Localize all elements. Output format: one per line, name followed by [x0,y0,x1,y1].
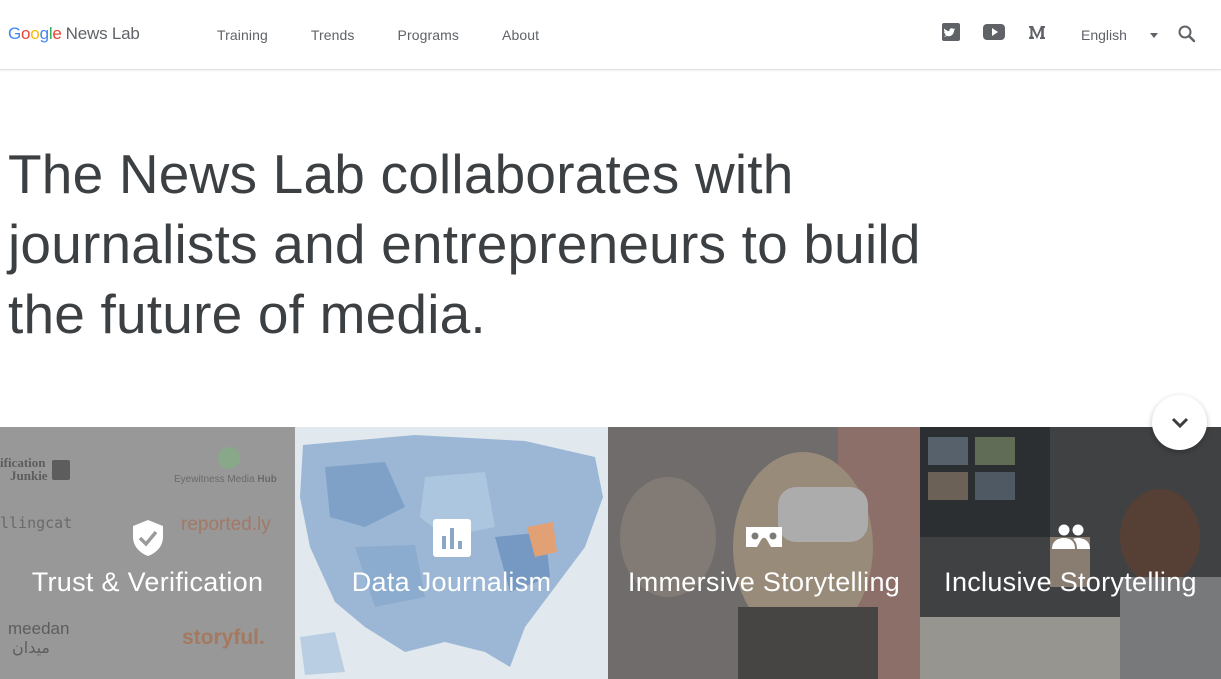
tile-inclusive-storytelling[interactable]: Inclusive Storytelling [920,427,1221,679]
twitter-icon[interactable] [942,23,960,41]
nav-about[interactable]: About [502,27,539,43]
chevron-down-icon[interactable] [1150,33,1158,38]
tile-immersive-storytelling[interactable]: Immersive Storytelling [608,427,920,679]
logo-product-name: News Lab [65,24,140,43]
google-news-lab-logo[interactable]: Google News Lab [8,24,140,44]
bar-chart-icon [432,519,471,562]
verified-shield-icon [131,519,165,562]
tile-title: Trust & Verification [31,567,264,597]
nav-programs[interactable]: Programs [398,27,459,43]
nav-training[interactable]: Training [217,27,268,43]
search-icon[interactable] [1177,24,1197,49]
tile-title: Data Journalism [351,567,552,597]
hero-line-1: The News Lab collaborates with [8,143,794,205]
tile-title: Immersive Storytelling [627,567,901,597]
scroll-down-button[interactable] [1152,395,1207,450]
main-nav: Training Trends Programs About [217,27,582,43]
medium-icon[interactable] [1028,23,1046,41]
tile-title: Inclusive Storytelling [944,567,1197,597]
program-tiles: ification Junkie Eyewitness Media Hub ll… [0,427,1221,679]
tile-trust-verification[interactable]: ification Junkie Eyewitness Media Hub ll… [0,427,295,679]
vr-headset-icon [744,519,784,554]
hero-line-3: the future of media. [8,283,486,345]
tile-data-journalism[interactable]: Data Journalism [295,427,608,679]
site-header: Google News Lab Training Trends Programs … [0,0,1221,70]
hero-statement: The News Lab collaborates with journalis… [8,139,968,349]
youtube-icon[interactable] [983,23,1005,41]
people-icon [1051,519,1091,556]
nav-trends[interactable]: Trends [311,27,355,43]
chevron-down-icon [1171,417,1188,428]
language-select[interactable]: English [1081,27,1127,43]
hero-line-2: journalists and entrepreneurs to build [8,213,921,275]
